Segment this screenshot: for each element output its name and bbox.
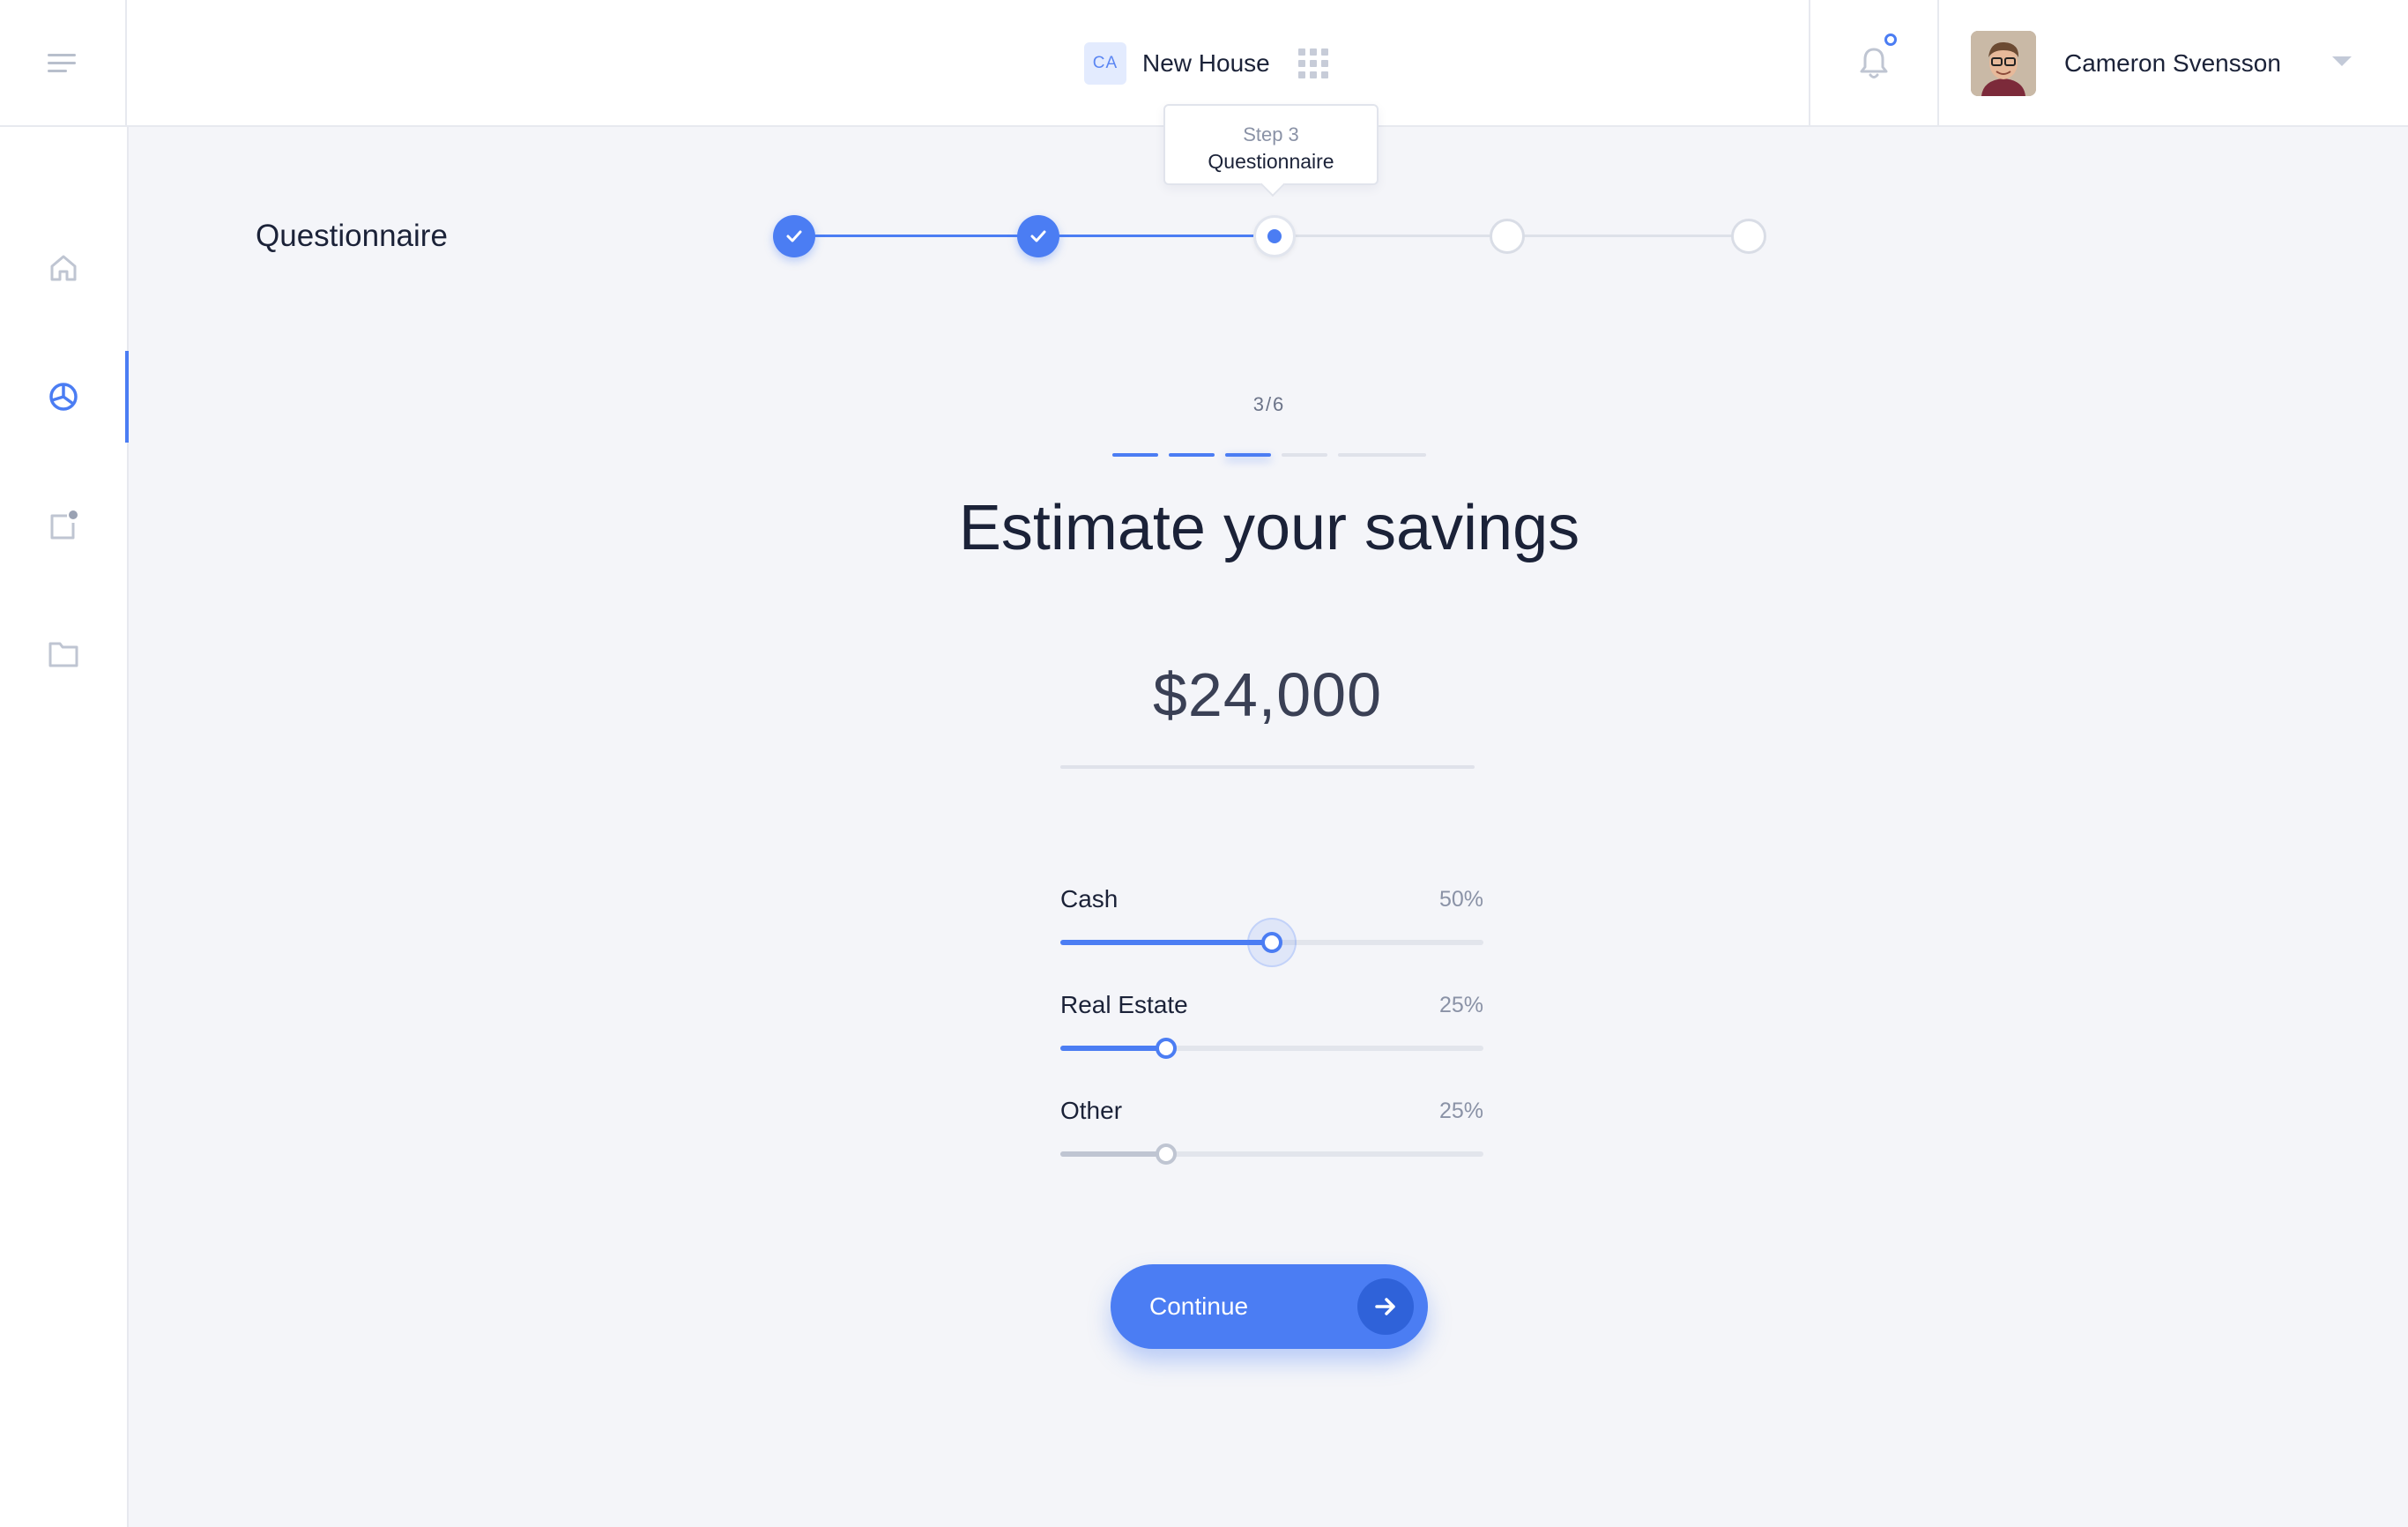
step-tooltip: Step 3 Questionnaire — [1163, 104, 1379, 185]
slider-fill — [1060, 940, 1272, 945]
progress-segment — [1112, 453, 1158, 457]
slider-fill — [1060, 1151, 1166, 1157]
savings-amount-input[interactable]: $24,000 — [1060, 659, 1475, 730]
project-switcher[interactable]: CA New House — [1084, 41, 1328, 86]
notification-indicator — [1884, 34, 1897, 46]
active-indicator — [125, 351, 129, 443]
pie-chart-icon — [49, 383, 78, 411]
slider-label-real-estate: Real Estate — [1060, 991, 1188, 1018]
slider-label-cash: Cash — [1060, 885, 1119, 912]
sidebar-item-documents[interactable] — [0, 608, 127, 700]
step-4-pending[interactable] — [1490, 219, 1525, 254]
hamburger-icon — [48, 54, 76, 72]
slider-thumb[interactable] — [1261, 932, 1282, 953]
slider-fill — [1060, 1046, 1166, 1051]
slider-percent-cash: 50% — [1438, 887, 1483, 912]
tooltip-label: Questionnaire — [1208, 150, 1334, 173]
progress-segment-current — [1225, 453, 1271, 457]
avatar — [1971, 31, 2036, 96]
project-name: New House — [1142, 49, 1270, 77]
step-2-complete[interactable] — [1017, 215, 1059, 257]
stepper-connector — [1038, 235, 1275, 237]
question-heading: Estimate your savings — [958, 493, 1580, 563]
step-5-pending[interactable] — [1731, 219, 1766, 254]
slider-percent-real-estate: 25% — [1438, 993, 1483, 1017]
page-title: Questionnaire — [256, 219, 448, 253]
continue-label: Continue — [1149, 1292, 1249, 1320]
check-icon — [1030, 230, 1046, 242]
continue-button[interactable]: Continue — [1111, 1264, 1428, 1349]
tooltip-step: Step 3 — [1243, 123, 1299, 145]
step-3-current[interactable] — [1253, 215, 1296, 257]
progress-segment — [1282, 453, 1327, 457]
step-1-complete[interactable] — [773, 215, 815, 257]
notifications-button[interactable] — [1809, 0, 1939, 127]
check-icon — [786, 230, 802, 242]
sidebar — [0, 127, 129, 1527]
bell-icon — [1860, 48, 1888, 78]
slider-real-estate[interactable] — [1060, 1038, 1483, 1059]
menu-button[interactable] — [0, 0, 127, 127]
stepper-connector — [1507, 235, 1749, 237]
slider-thumb[interactable] — [1156, 1038, 1177, 1059]
progress-segment — [1338, 453, 1426, 457]
slider-percent-other: 25% — [1438, 1099, 1483, 1123]
project-badge: CA — [1084, 42, 1126, 85]
stepper-connector — [1275, 235, 1507, 237]
stepper-connector — [793, 235, 1038, 237]
slider-label-other: Other — [1060, 1097, 1123, 1124]
current-step-dot — [1267, 229, 1282, 243]
amount-underline — [1060, 765, 1475, 769]
arrow-right-icon — [1357, 1278, 1414, 1335]
slider-other[interactable] — [1060, 1143, 1483, 1165]
folder-icon — [48, 642, 78, 667]
question-counter: 3/6 — [1252, 393, 1286, 415]
home-icon — [50, 255, 77, 281]
progress-segment — [1169, 453, 1215, 457]
slider-cash[interactable] — [1060, 918, 1483, 967]
sidebar-item-analytics[interactable] — [0, 351, 129, 443]
sidebar-item-home[interactable] — [0, 222, 127, 314]
slider-thumb[interactable] — [1156, 1143, 1177, 1165]
user-name: Cameron Svensson — [2064, 49, 2281, 77]
chevron-down-icon[interactable] — [2332, 56, 2352, 66]
apps-grid-icon[interactable] — [1297, 48, 1328, 78]
user-menu[interactable]: Cameron Svensson — [1971, 30, 2281, 97]
